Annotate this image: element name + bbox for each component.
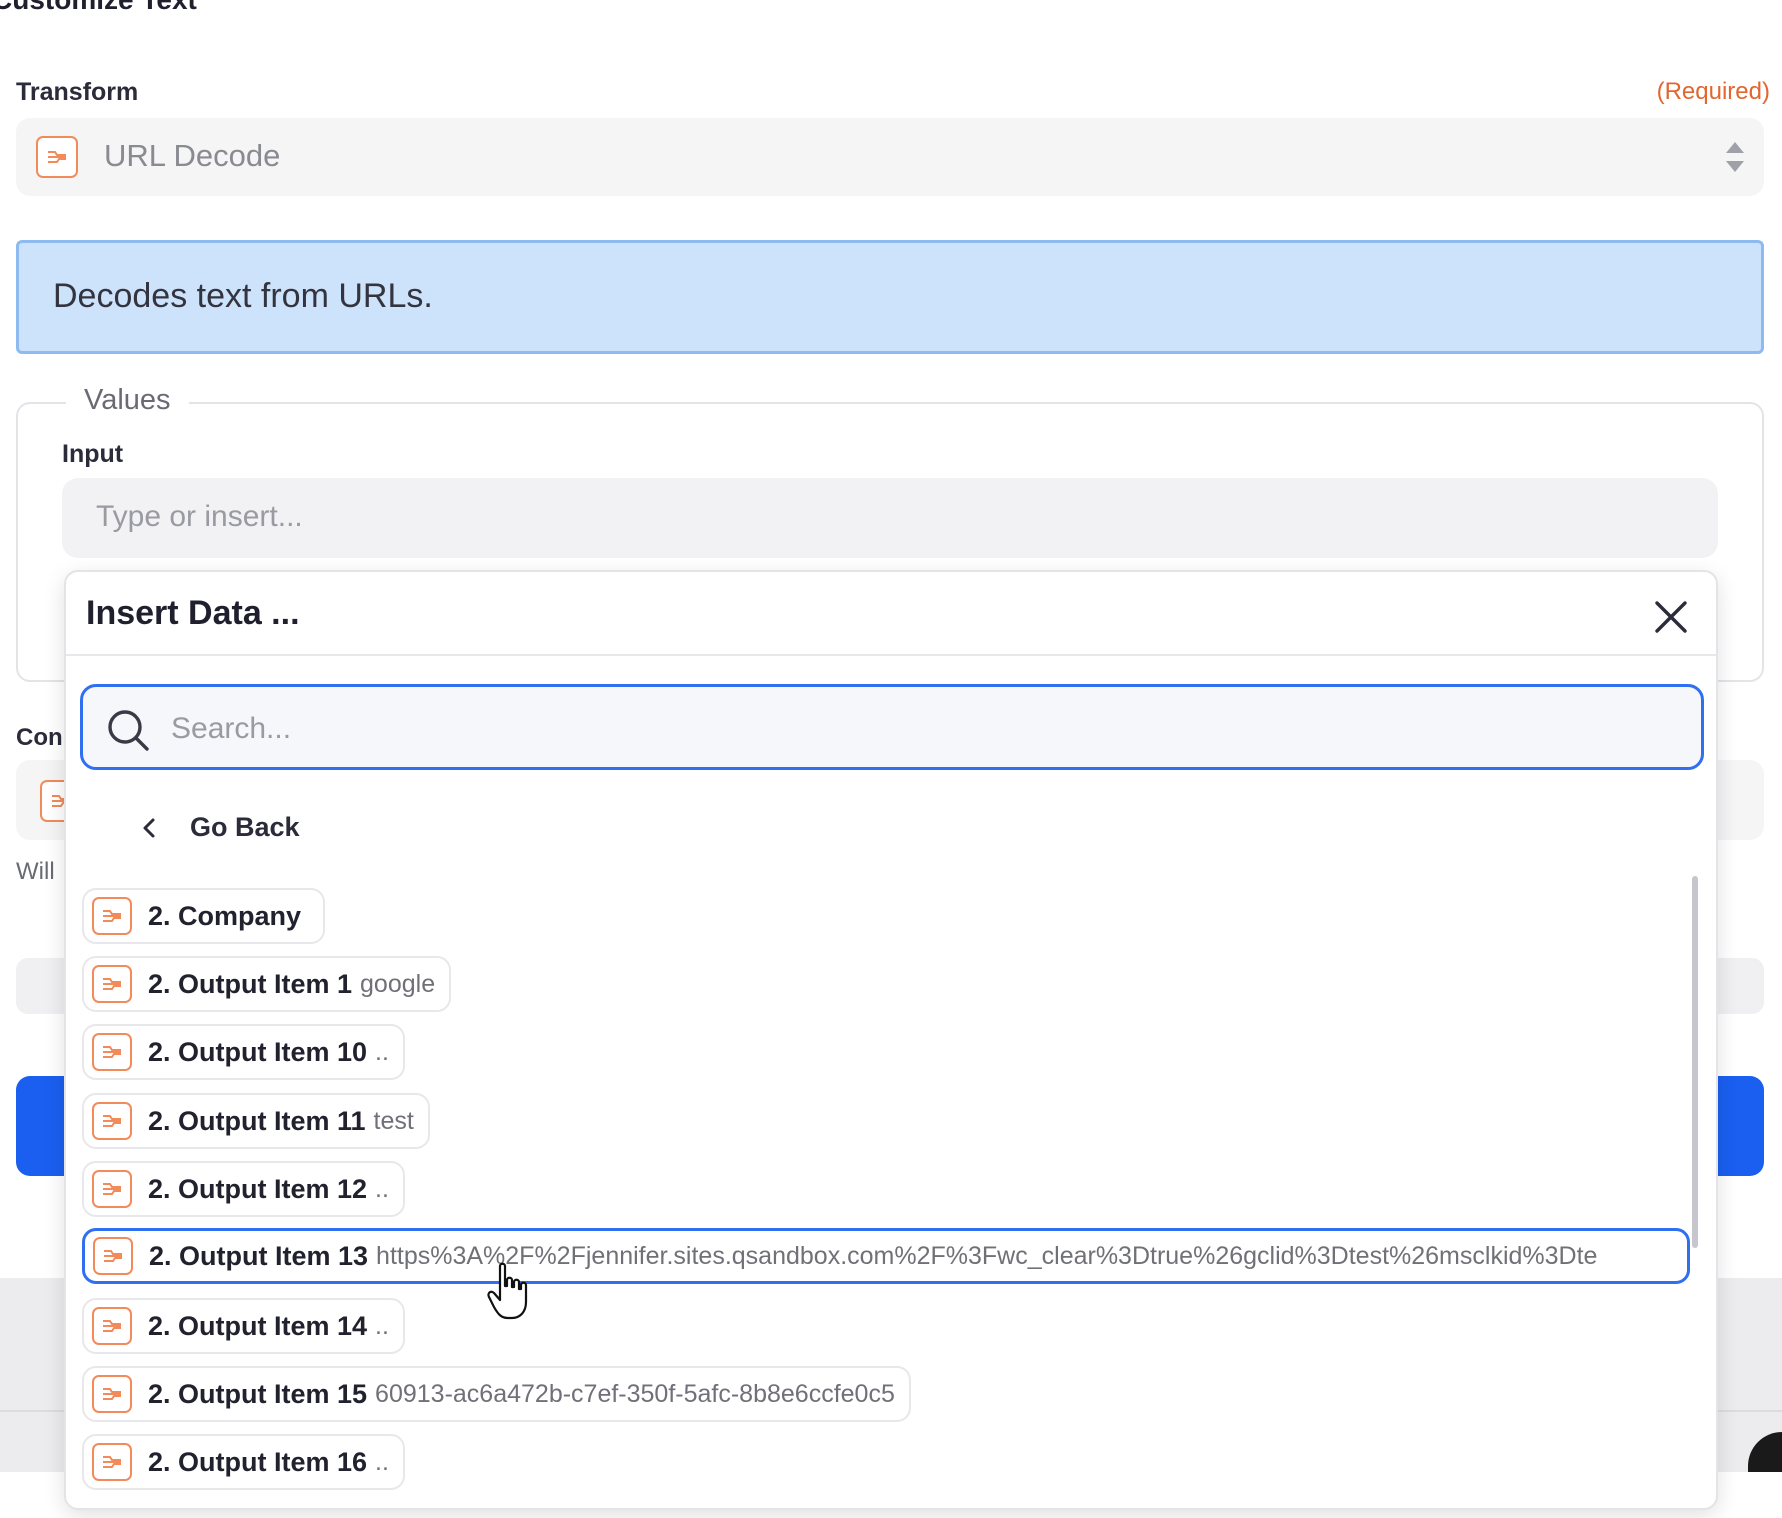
list-item[interactable]: 2. Output Item 15 60913-ac6a472b-c7ef-35… bbox=[82, 1366, 911, 1422]
item-name: 2. Output Item 10 bbox=[148, 1036, 368, 1067]
dialog-divider bbox=[66, 654, 1716, 656]
item-name: 2. Output Item 12 bbox=[148, 1173, 368, 1204]
config-label: Con bbox=[16, 724, 63, 751]
insert-data-dialog: Insert Data ... Go Back 2. Company 2. Ou… bbox=[64, 570, 1718, 1510]
list-item[interactable]: 2. Output Item 16 .. bbox=[82, 1434, 405, 1490]
formatter-app-icon bbox=[92, 1375, 132, 1413]
item-name: 2. Output Item 16 bbox=[148, 1446, 368, 1477]
insert-data-title: Insert Data ... bbox=[86, 594, 300, 632]
item-name: 2. Company bbox=[148, 900, 302, 931]
item-name: 2. Output Item 11 bbox=[148, 1105, 366, 1136]
data-item-list[interactable]: 2. Company 2. Output Item 1 google 2. Ou… bbox=[82, 888, 1690, 1518]
item-value: test bbox=[373, 1106, 414, 1135]
close-icon[interactable] bbox=[1652, 598, 1690, 636]
list-item[interactable]: 2. Output Item 10 .. bbox=[82, 1024, 405, 1080]
list-item[interactable]: 2. Output Item 11 test bbox=[82, 1093, 430, 1149]
item-name: 2. Output Item 1 bbox=[148, 968, 353, 999]
transform-description: Decodes text from URLs. bbox=[16, 240, 1764, 354]
values-legend: Values bbox=[66, 384, 189, 417]
formatter-app-icon bbox=[93, 1237, 133, 1275]
formatter-app-icon bbox=[92, 1102, 132, 1140]
list-scrollbar[interactable] bbox=[1692, 876, 1698, 1248]
input-label: Input bbox=[62, 440, 124, 468]
formatter-app-icon bbox=[92, 1443, 132, 1481]
input-field[interactable]: Type or insert... bbox=[62, 478, 1718, 558]
search-box[interactable] bbox=[80, 684, 1704, 770]
formatter-app-icon bbox=[92, 1033, 132, 1071]
item-name: 2. Output Item 13 bbox=[149, 1240, 369, 1271]
transform-label: Transform bbox=[16, 78, 139, 106]
item-value: .. bbox=[375, 1311, 389, 1340]
hand-cursor-icon bbox=[487, 1262, 528, 1320]
formatter-app-icon bbox=[92, 897, 132, 935]
item-value: 60913-ac6a472b-c7ef-350f-5afc-8b8e6ccfe0… bbox=[375, 1379, 895, 1408]
transform-select-value: URL Decode bbox=[104, 138, 281, 173]
item-value: .. bbox=[375, 1447, 389, 1476]
formatter-app-icon bbox=[92, 1170, 132, 1208]
formatter-app-icon bbox=[36, 136, 78, 178]
formatter-app-icon bbox=[92, 1307, 132, 1345]
list-item[interactable]: 2. Output Item 1 google bbox=[82, 956, 452, 1012]
item-value: google bbox=[360, 969, 436, 998]
page-title: Customize Text bbox=[0, 0, 197, 16]
list-item-selected[interactable]: 2. Output Item 13 https%3A%2F%2Fjennifer… bbox=[82, 1228, 1690, 1284]
list-item[interactable]: 2. Output Item 14 .. bbox=[82, 1298, 405, 1354]
item-name: 2. Output Item 15 bbox=[148, 1378, 368, 1409]
required-badge: (Required) bbox=[1656, 78, 1770, 105]
go-back-label: Go Back bbox=[190, 812, 300, 842]
updown-chevron-icon bbox=[1726, 142, 1744, 172]
search-input[interactable] bbox=[169, 701, 1673, 757]
input-placeholder: Type or insert... bbox=[96, 500, 303, 533]
item-name: 2. Output Item 14 bbox=[148, 1310, 368, 1341]
item-value: .. bbox=[375, 1037, 389, 1066]
item-value: https%3A%2F%2Fjennifer.sites.qsandbox.co… bbox=[376, 1241, 1598, 1270]
search-icon bbox=[108, 710, 149, 751]
transform-select[interactable]: URL Decode bbox=[16, 118, 1764, 196]
transform-description-text: Decodes text from URLs. bbox=[53, 277, 433, 315]
go-back-button[interactable]: Go Back bbox=[140, 812, 300, 843]
list-item[interactable]: 2. Output Item 12 .. bbox=[82, 1161, 405, 1217]
list-item[interactable]: 2. Company bbox=[82, 888, 326, 944]
config-helper-text: Will bbox=[16, 858, 55, 885]
formatter-app-icon bbox=[92, 965, 132, 1003]
chevron-left-icon bbox=[143, 818, 155, 837]
item-value: .. bbox=[375, 1174, 389, 1203]
